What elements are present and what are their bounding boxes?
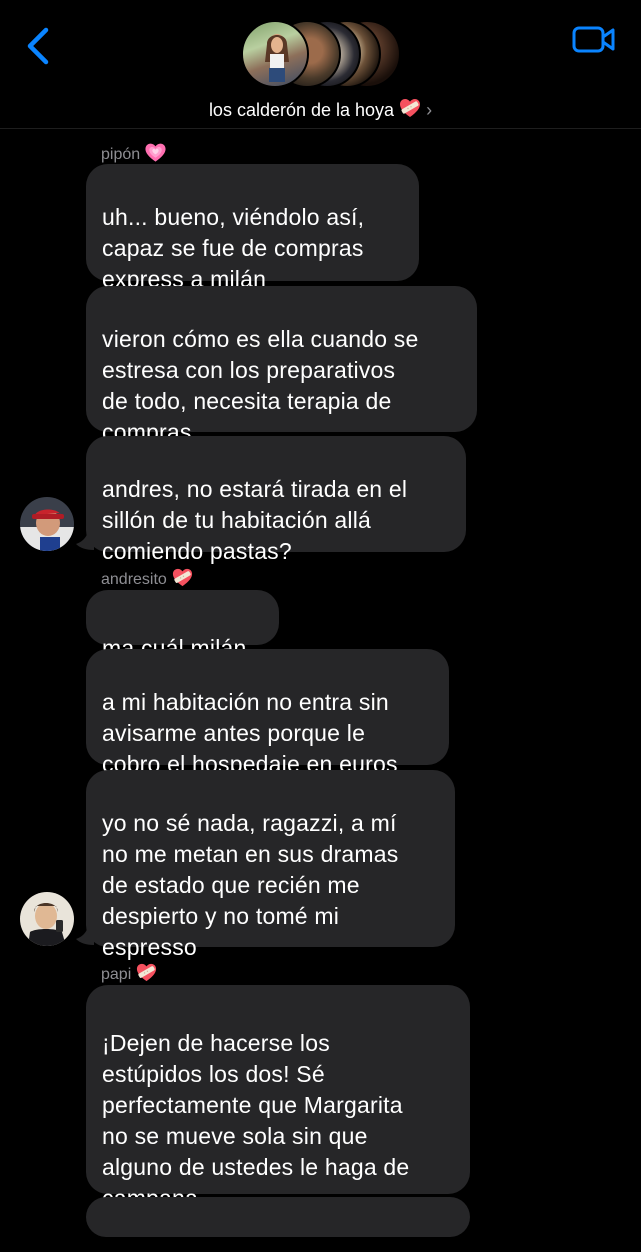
sender-name: papi	[101, 961, 158, 984]
message-bubble-partial[interactable]	[86, 1197, 470, 1237]
heart-with-bandage-icon	[171, 566, 194, 589]
group-avatar-stack[interactable]	[241, 20, 401, 90]
message-bubble[interactable]: vieron cómo es ella cuando se estresa co…	[86, 286, 477, 445]
avatar-andresito[interactable]	[20, 892, 74, 946]
group-name: los calderón de la hoya	[208, 100, 395, 120]
group-name-button[interactable]: los calderón de la hoya ›	[0, 96, 641, 121]
video-call-button[interactable]	[571, 24, 617, 56]
avatar-pipon[interactable]	[20, 497, 74, 551]
heart-with-bandage-icon	[398, 96, 422, 120]
message-bubble[interactable]: yo no sé nada, ragazzi, a mí no me metan…	[86, 770, 455, 960]
message-bubble[interactable]: andres, no estará tirada en el sillón de…	[86, 436, 466, 564]
bubble-tail	[76, 927, 94, 945]
chevron-right-icon: ›	[426, 100, 433, 120]
message-bubble[interactable]: a mi habitación no entra sin avisarme an…	[86, 649, 449, 777]
growing-heart-icon	[144, 141, 167, 164]
bubble-tail	[76, 532, 94, 550]
message-bubble[interactable]: uh... bueno, viéndolo así, capaz se fue …	[86, 164, 419, 292]
video-camera-icon	[572, 26, 615, 53]
message-bubble[interactable]: ¡Dejen de hacerse los estúpidos los dos!…	[86, 985, 470, 1211]
back-button[interactable]	[20, 24, 60, 68]
group-avatar-1	[241, 20, 309, 88]
conversation-header: los calderón de la hoya ›	[0, 0, 641, 129]
sender-name: andresito	[101, 566, 194, 589]
sender-name: pipón	[101, 141, 167, 164]
chevron-left-icon	[27, 27, 49, 65]
message-bubble[interactable]: ma cuál milán	[86, 590, 279, 661]
heart-with-bandage-icon	[135, 961, 158, 984]
